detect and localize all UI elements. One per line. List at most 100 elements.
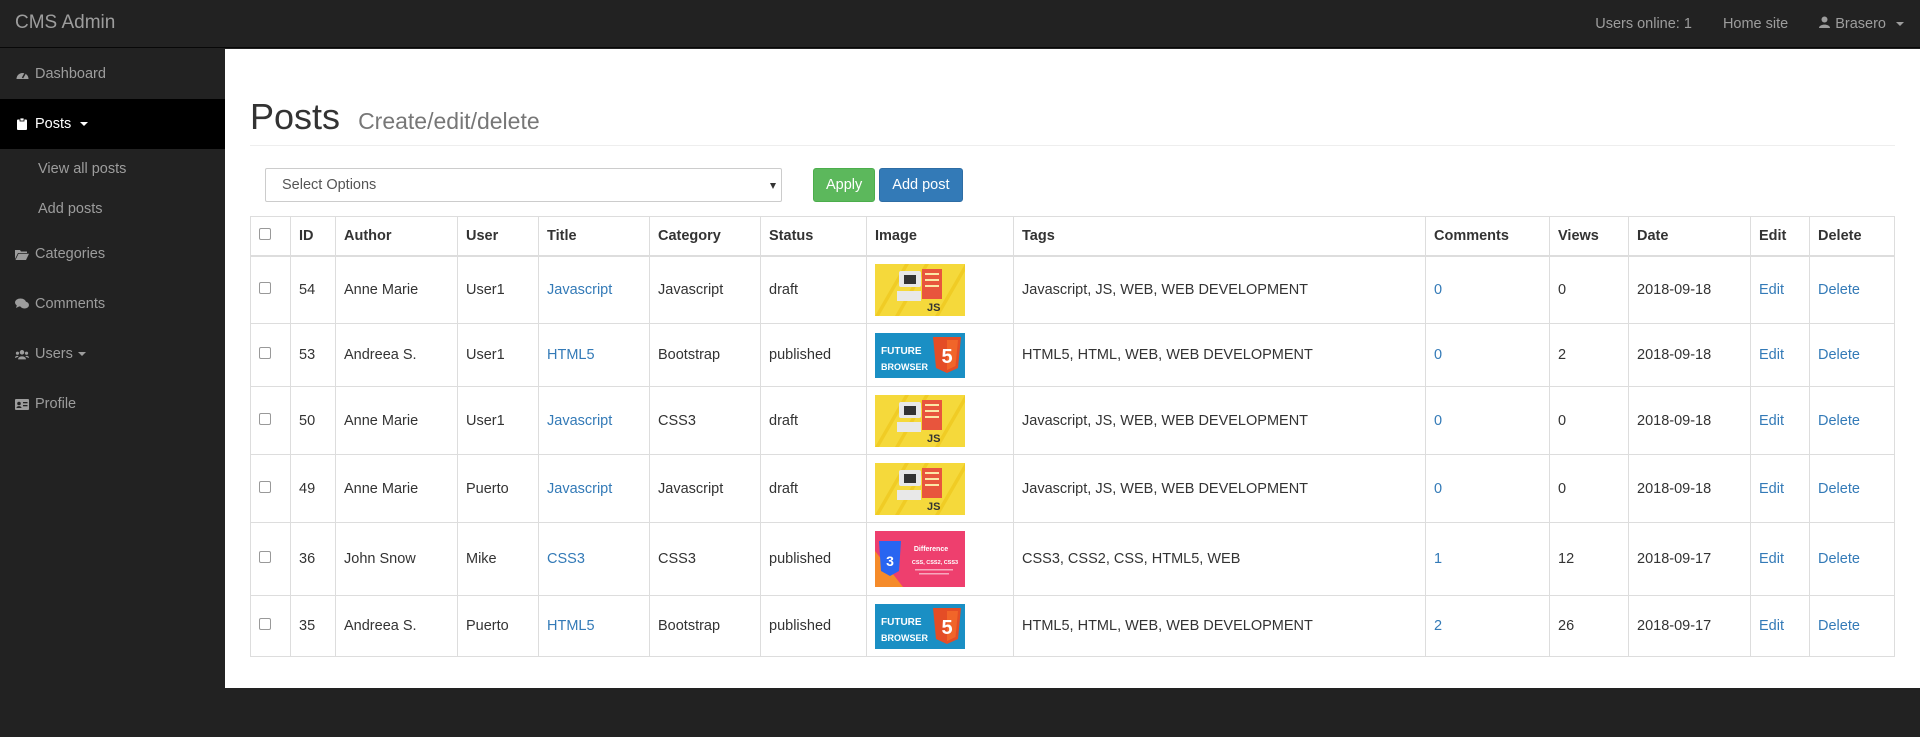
post-title-link[interactable]: Javascript [538,386,650,455]
table-row: 54 Anne Marie User1 Javascript Javascrip… [250,255,1895,324]
delete-link[interactable]: Delete [1809,522,1895,596]
delete-link[interactable]: Delete [1809,323,1895,387]
page-header: Posts Create/edit/delete [250,96,1895,146]
page-title: Posts Create/edit/delete [250,96,540,138]
comments-count-link[interactable]: 0 [1425,323,1550,387]
col-header[interactable]: Title [538,216,650,257]
row-checkbox[interactable] [259,480,271,493]
post-title-link[interactable]: Javascript [538,255,650,324]
user-menu[interactable]: Brasero [1819,16,1904,32]
sidebar-subitem-add-posts[interactable]: Add posts [0,189,225,229]
comments-count-link[interactable]: 1 [1425,522,1550,596]
cell-status: published [760,323,867,387]
users-icon [15,348,29,360]
delete-link[interactable]: Delete [1809,595,1895,657]
clipboard-icon [15,118,29,130]
edit-link[interactable]: Edit [1750,255,1810,324]
cell-date: 2018-09-18 [1628,323,1751,387]
page-subtitle: Create/edit/delete [358,108,540,134]
sidebar-item-comments[interactable]: Comments [0,279,225,329]
post-title-link[interactable]: CSS3 [538,522,650,596]
delete-link[interactable]: Delete [1809,255,1895,324]
chevron-down-icon [80,122,89,126]
cell-date: 2018-09-17 [1628,522,1751,596]
comments-count-link[interactable]: 0 [1425,454,1550,523]
cell-image: JS [866,386,1014,455]
cell-author: Anne Marie [335,386,458,455]
sidebar-item-categories[interactable]: Categories [0,229,225,279]
cell-author: Andreea S. [335,323,458,387]
comments-count-link[interactable]: 2 [1425,595,1550,657]
row-checkbox[interactable] [259,347,271,359]
row-checkbox[interactable] [259,412,271,425]
col-header[interactable]: Date [1628,216,1751,257]
cell-user: Puerto [457,595,539,657]
sidebar-item-users[interactable]: Users [0,329,225,379]
cell-id: 50 [290,386,336,455]
post-title-link[interactable]: HTML5 [538,323,650,387]
sidebar-item-profile[interactable]: Profile [0,379,225,429]
sidebar-item-posts[interactable]: Posts [0,99,225,149]
html5-thumbnail-badge: 5 [941,346,952,368]
col-header[interactable]: Category [649,216,761,257]
dashboard-icon [15,68,29,80]
posts-table: ID Author User Title Category Status Ima… [250,216,1895,657]
comments-count-link[interactable]: 0 [1425,255,1550,324]
sidebar-item-label: Categories [35,246,106,262]
cell-image: FUTURE BROWSER 5 [866,323,1014,387]
brand-link[interactable]: CMS Admin [15,12,115,34]
comments-count-link[interactable]: 0 [1425,386,1550,455]
cell-id: 36 [290,522,336,596]
edit-link[interactable]: Edit [1750,454,1810,523]
navbar-right: Users online: 1 Home site Brasero [1595,0,1904,48]
cell-category: Bootstrap [649,595,761,657]
col-header[interactable]: Author [335,216,458,257]
cell-status: published [760,595,867,657]
cell-tags: Javascript, JS, WEB, WEB DEVELOPMENT [1013,454,1426,523]
cell-author: Anne Marie [335,255,458,324]
post-title-link[interactable]: HTML5 [538,595,650,657]
cell-date: 2018-09-18 [1628,255,1751,324]
sidebar-subitem-view-all-posts[interactable]: View all posts [0,149,225,189]
edit-link[interactable]: Edit [1750,522,1810,596]
col-header[interactable]: Status [760,216,867,257]
col-header[interactable]: Comments [1425,216,1550,257]
home-site-link[interactable]: Home site [1723,16,1788,32]
bulk-options-select[interactable]: Select Options [265,167,782,202]
col-header[interactable]: Edit [1750,216,1810,257]
cell-user: User1 [457,255,539,324]
row-select-cell [250,255,291,324]
col-header[interactable]: Delete [1809,216,1895,257]
cell-image: JS [866,255,1014,324]
row-checkbox[interactable] [259,618,271,630]
cell-date: 2018-09-18 [1628,454,1751,523]
sidebar-item-dashboard[interactable]: Dashboard [0,49,225,99]
cell-user: User1 [457,323,539,387]
post-title-link[interactable]: Javascript [538,454,650,523]
delete-link[interactable]: Delete [1809,454,1895,523]
edit-link[interactable]: Edit [1750,595,1810,657]
table-row: 49 Anne Marie Puerto Javascript Javascri… [250,454,1895,523]
row-checkbox[interactable] [259,551,271,563]
col-header[interactable]: ID [290,216,336,257]
col-header[interactable]: User [457,216,539,257]
add-post-button[interactable]: Add post [879,167,963,202]
col-header[interactable]: Tags [1013,216,1426,257]
html5-thumbnail-line2: BROWSER [881,633,929,643]
js-thumbnail-image: JS [875,462,965,515]
sidebar: Dashboard Posts View all posts Add posts… [0,49,225,737]
apply-button[interactable]: Apply [813,167,876,202]
table-row: 50 Anne Marie User1 Javascript CSS3 draf… [250,386,1895,455]
edit-link[interactable]: Edit [1750,323,1810,387]
col-header[interactable]: Views [1549,216,1629,257]
cell-tags: HTML5, HTML, WEB, WEB DEVELOPMENT [1013,323,1426,387]
edit-link[interactable]: Edit [1750,386,1810,455]
select-all-checkbox[interactable] [259,227,271,240]
select-value: Select Options [282,176,377,193]
users-online-link[interactable]: Users online: 1 [1595,16,1692,32]
js-thumbnail-label: JS [927,302,940,314]
delete-link[interactable]: Delete [1809,386,1895,455]
user-name: Brasero [1835,16,1886,32]
col-header[interactable]: Image [866,216,1014,257]
row-checkbox[interactable] [259,281,271,294]
